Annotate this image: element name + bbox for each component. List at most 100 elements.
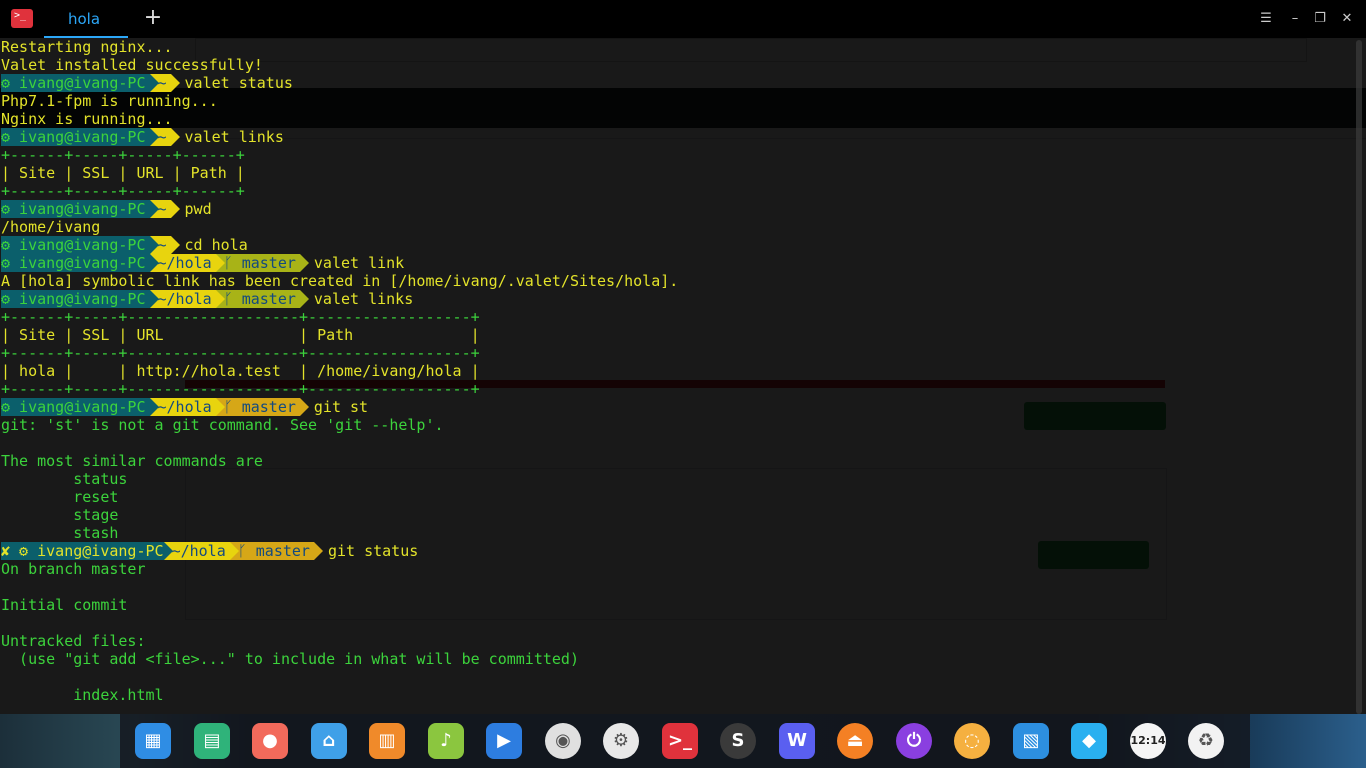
store-icon[interactable]: ⌂ xyxy=(311,723,347,759)
clock-glyph: 12:14 xyxy=(1130,734,1166,747)
package-manager-glyph: ▥ xyxy=(378,730,396,751)
terminal-line: The most similar commands are xyxy=(1,452,263,470)
terminal-line: (use "git add <file>..." to include in w… xyxy=(1,650,579,668)
terminal-line: On branch master xyxy=(1,560,146,578)
folder-icon[interactable]: ▤ xyxy=(194,723,230,759)
screenshot-glyph: ▧ xyxy=(1022,730,1040,751)
launcher-glyph: ▦ xyxy=(144,730,162,751)
prompt-command: git st xyxy=(313,398,369,416)
new-tab-plus-icon[interactable]: + xyxy=(142,6,164,30)
title-bar: hola + ☰ – ❐ ✕ xyxy=(0,0,1366,38)
prompt-git-branch-segment: ᚴ master xyxy=(229,542,324,560)
maximize-icon[interactable]: ❐ xyxy=(1311,10,1329,28)
package-icon[interactable]: ▥ xyxy=(369,723,405,759)
terminal-line: Untracked files: xyxy=(1,632,146,650)
minimize-icon[interactable]: – xyxy=(1286,10,1304,28)
prompt-line: ⚙ ivang@ivang-PC ~/hola ᚴ master valet link xyxy=(1,254,1341,272)
terminal-glyph: >_ xyxy=(667,730,693,751)
terminal-line: index.html xyxy=(1,686,164,704)
tab-hola[interactable]: hola xyxy=(44,0,128,38)
terminal-line: /home/ivang xyxy=(1,218,101,236)
prompt-user-segment: ⚙ ivang@ivang-PC xyxy=(1,254,158,272)
power-icon[interactable]: ⏻ xyxy=(896,723,932,759)
update-glyph: ◌ xyxy=(964,730,980,751)
terminal-app-icon xyxy=(11,9,33,28)
terminal-line: stash xyxy=(1,524,119,542)
table-border-line: +------+-----+-------------------+------… xyxy=(1,344,480,362)
prompt-directory-segment: ~/hola xyxy=(149,290,225,308)
prompt-user-segment: ⚙ ivang@ivang-PC xyxy=(1,398,158,416)
gear-icon[interactable]: ⚙ xyxy=(603,723,639,759)
prompt-command: cd hola xyxy=(184,236,248,254)
file-manager-glyph: ▤ xyxy=(203,730,221,751)
prompt-user-segment: ⚙ ivang@ivang-PC xyxy=(1,200,158,218)
prompt-command: valet status xyxy=(184,74,293,92)
prompt-git-branch-segment: ᚴ master xyxy=(215,290,310,308)
prompt-user-segment: ⚙ ivang@ivang-PC xyxy=(1,128,158,146)
table-border-line: +------+-----+-----+------+ xyxy=(1,182,245,200)
prompt-line: ⚙ ivang@ivang-PC ~/hola ᚴ master git st xyxy=(1,398,1341,416)
prompt-line: ✘ ⚙ ivang@ivang-PC ~/hola ᚴ master git stat… xyxy=(1,542,1341,560)
power-glyph: ⏻ xyxy=(906,730,922,751)
prompt-line: ⚙ ivang@ivang-PC ~/hola ᚴ master valet link… xyxy=(1,290,1341,308)
settings-glyph: ⚙ xyxy=(612,730,630,751)
sublime-glyph: S xyxy=(731,730,745,751)
prompt-directory-segment: ~/hola xyxy=(149,254,225,272)
prompt-command: valet link xyxy=(313,254,405,272)
trash-icon[interactable]: ♻ xyxy=(1188,723,1224,759)
grid-icon[interactable]: ▦ xyxy=(135,723,171,759)
video-icon[interactable]: ● xyxy=(252,723,288,759)
screenshot-icon[interactable]: ▧ xyxy=(1013,723,1049,759)
terminal-line: Valet installed successfully! xyxy=(1,56,263,74)
chrome-glyph: ◉ xyxy=(555,730,571,751)
terminal-scrollbar[interactable] xyxy=(1356,40,1362,714)
clock-icon[interactable]: 12:14 xyxy=(1130,723,1166,759)
prompt-line: ⚙ ivang@ivang-PC ~ pwd xyxy=(1,200,1341,218)
screen-recorder-glyph: ● xyxy=(262,730,278,751)
network-glyph: ◆ xyxy=(1082,730,1096,751)
menu-icon[interactable]: ☰ xyxy=(1257,10,1275,28)
update-icon[interactable]: ◌ xyxy=(954,723,990,759)
prompt-directory-segment: ~/hola xyxy=(149,398,225,416)
trash-glyph: ♻ xyxy=(1197,730,1215,751)
eject-glyph: ⏏ xyxy=(846,730,864,751)
terminal-line: git: 'st' is not a git command. See 'git… xyxy=(1,416,444,434)
tab-label: hola xyxy=(68,10,101,28)
store-glyph: ⌂ xyxy=(322,730,336,751)
table-header-line: | Site | SSL | URL | Path | xyxy=(1,326,480,344)
terminal-icon[interactable]: >_ xyxy=(662,723,698,759)
table-border-line: +------+-----+-------------------+------… xyxy=(1,308,480,326)
eject-icon[interactable]: ⏏ xyxy=(837,723,873,759)
terminal-output[interactable]: Restarting nginx... Valet installed succ… xyxy=(1,38,1341,714)
prompt-user-segment: ⚙ ivang@ivang-PC xyxy=(1,236,158,254)
table-border-line: +------+-----+-----+------+ xyxy=(1,146,245,164)
film-icon[interactable]: ▶ xyxy=(486,723,522,759)
terminal-line: reset xyxy=(1,488,119,506)
prompt-line: ⚙ ivang@ivang-PC ~ cd hola xyxy=(1,236,1341,254)
music-icon[interactable]: ♪ xyxy=(428,723,464,759)
wifi-icon[interactable]: ◆ xyxy=(1071,723,1107,759)
webstorm-glyph: W xyxy=(787,730,807,751)
webstorm-icon[interactable]: W xyxy=(779,723,815,759)
chrome-icon[interactable]: ◉ xyxy=(545,723,581,759)
prompt-command: valet links xyxy=(313,290,414,308)
prompt-command: valet links xyxy=(184,128,284,146)
prompt-git-branch-segment: ᚴ master xyxy=(215,254,310,272)
prompt-user-segment: ⚙ ivang@ivang-PC xyxy=(1,74,158,92)
terminal-line: status xyxy=(1,470,128,488)
terminal-line: A [hola] symbolic link has been created … xyxy=(1,272,679,290)
prompt-line: ⚙ ivang@ivang-PC ~ valet links xyxy=(1,128,1341,146)
table-border-line: +------+-----+-------------------+------… xyxy=(1,380,480,398)
music-glyph: ♪ xyxy=(440,730,452,751)
prompt-git-branch-segment: ᚴ master xyxy=(215,398,310,416)
movie-glyph: ▶ xyxy=(497,730,511,751)
sublime-icon[interactable]: S xyxy=(720,723,756,759)
close-icon[interactable]: ✕ xyxy=(1338,10,1356,28)
terminal-line: stage xyxy=(1,506,119,524)
terminal-line: Restarting nginx... xyxy=(1,38,173,56)
prompt-command: git status xyxy=(327,542,419,560)
